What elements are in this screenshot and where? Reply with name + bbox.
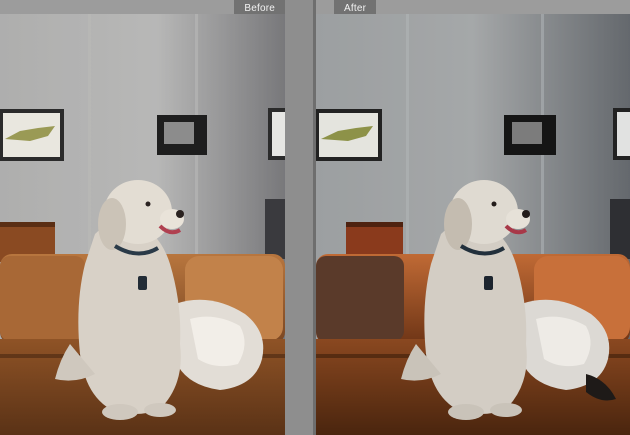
pane-divider[interactable] xyxy=(285,0,316,435)
before-pane[interactable]: Before xyxy=(0,0,285,435)
after-photo-image xyxy=(316,14,630,435)
after-pane-left-edge xyxy=(313,0,316,435)
before-photo-image xyxy=(0,14,285,435)
after-pane[interactable]: After xyxy=(316,0,630,435)
before-photo xyxy=(0,14,285,435)
after-photo xyxy=(316,14,630,435)
